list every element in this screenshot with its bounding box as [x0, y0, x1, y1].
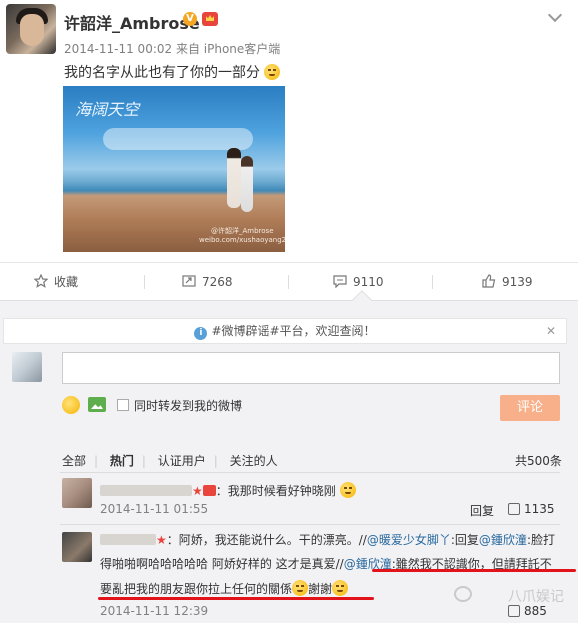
favorite-button[interactable]: 收藏 — [34, 263, 78, 301]
close-icon[interactable]: ✕ — [546, 319, 556, 343]
photo-watermark-handle: @许韶洋_Ambrose — [211, 227, 274, 235]
repost-icon — [182, 275, 196, 287]
blurred-username[interactable] — [100, 534, 156, 545]
wechat-logo-icon — [454, 586, 472, 602]
comment-total: 共500条 — [515, 454, 562, 468]
comment-like[interactable]: 1135 — [496, 502, 555, 516]
comment-text: ★ ：我那时候看好钟晓刚 — [100, 482, 356, 499]
mention-link[interactable]: @暖爱少女脚丫 — [367, 533, 451, 547]
chevron-down-icon[interactable] — [547, 7, 563, 23]
photo-title-art: 海阔天空 — [75, 100, 140, 119]
red-underline — [372, 569, 576, 572]
commenter-avatar[interactable] — [62, 532, 92, 562]
commenter-avatar[interactable] — [62, 478, 92, 508]
repost-checkbox-label: 同时转发到我的微博 — [134, 399, 243, 413]
red-underline — [98, 597, 374, 600]
notice-bar: i #微博辟谣#平台，欢迎查阅！ ✕ — [3, 318, 567, 344]
comment-time: 2014-11-11 01:55 — [100, 502, 209, 516]
like-button[interactable]: 9139 — [482, 263, 533, 301]
thumbs-up-icon — [508, 503, 520, 515]
emoji-button-icon[interactable] — [62, 396, 80, 414]
filter-hot[interactable]: 热门 — [110, 454, 134, 468]
info-icon: i — [194, 327, 208, 340]
photo-watermark: weibo.com/xushaoyang2014 — [199, 236, 285, 244]
smirk-emoji-icon — [332, 580, 349, 596]
comment-text-line-1: ★：阿娇，我还能说什么。干的漂亮。//@暖爱少女脚丫:回复@鍾欣潼:脸打 — [100, 531, 555, 548]
my-avatar — [12, 352, 42, 382]
action-bar: 收藏 7268 9110 9139 — [0, 262, 578, 300]
author-avatar[interactable] — [6, 4, 56, 54]
thumbs-up-icon — [482, 274, 496, 288]
filter-verified[interactable]: 认证用户 — [158, 454, 206, 468]
reply-link[interactable]: 回复 — [470, 502, 494, 519]
star-icon: ★ — [192, 484, 203, 498]
post-meta: 2014-11-11 00:02 来自 iPhone客户端 — [64, 42, 281, 56]
notice-text[interactable]: #微博辟谣#平台，欢迎查阅！ — [211, 324, 375, 338]
wechat-watermark: 八爪娱记 — [508, 589, 564, 605]
divider — [60, 524, 560, 525]
repost-button[interactable]: 7268 — [182, 263, 233, 301]
image-button-icon[interactable] — [88, 397, 106, 412]
smirk-emoji-icon — [264, 64, 281, 80]
comment-like[interactable]: 885 — [496, 604, 547, 618]
repost-checkbox[interactable] — [117, 399, 129, 411]
comment-time: 2014-11-11 12:39 — [100, 604, 209, 618]
author-name[interactable]: 许韶洋_Ambrose — [64, 10, 200, 34]
comment-icon — [333, 275, 347, 288]
grin-emoji-icon — [339, 482, 356, 498]
member-crown-icon — [202, 485, 216, 496]
post-text: 我的名字从此也有了你的一部分 — [64, 62, 281, 82]
blurred-username[interactable] — [100, 485, 192, 496]
star-icon: ★ — [156, 533, 167, 547]
verified-icon: V — [183, 12, 197, 26]
shy-emoji-icon — [292, 580, 309, 596]
comment-input[interactable] — [62, 352, 560, 384]
member-crown-icon — [202, 12, 218, 26]
thumbs-up-icon — [508, 605, 520, 617]
comment-text-line-3: 要亂把我的朋友跟你拉上任何的關係 謝謝 — [100, 580, 349, 597]
filter-following[interactable]: 关注的人 — [230, 454, 278, 468]
filter-all[interactable]: 全部 — [62, 454, 86, 468]
mention-link[interactable]: @鍾欣潼 — [479, 533, 527, 547]
comment-filter-bar: 全部 | 热门 | 认证用户 | 关注的人 — [62, 454, 278, 468]
divider — [60, 472, 560, 473]
post-photo[interactable]: 海阔天空 @许韶洋_Ambrose weibo.com/xushaoyang20… — [63, 86, 285, 252]
star-outline-icon — [34, 274, 48, 288]
submit-comment-button[interactable]: 评论 — [500, 395, 560, 421]
